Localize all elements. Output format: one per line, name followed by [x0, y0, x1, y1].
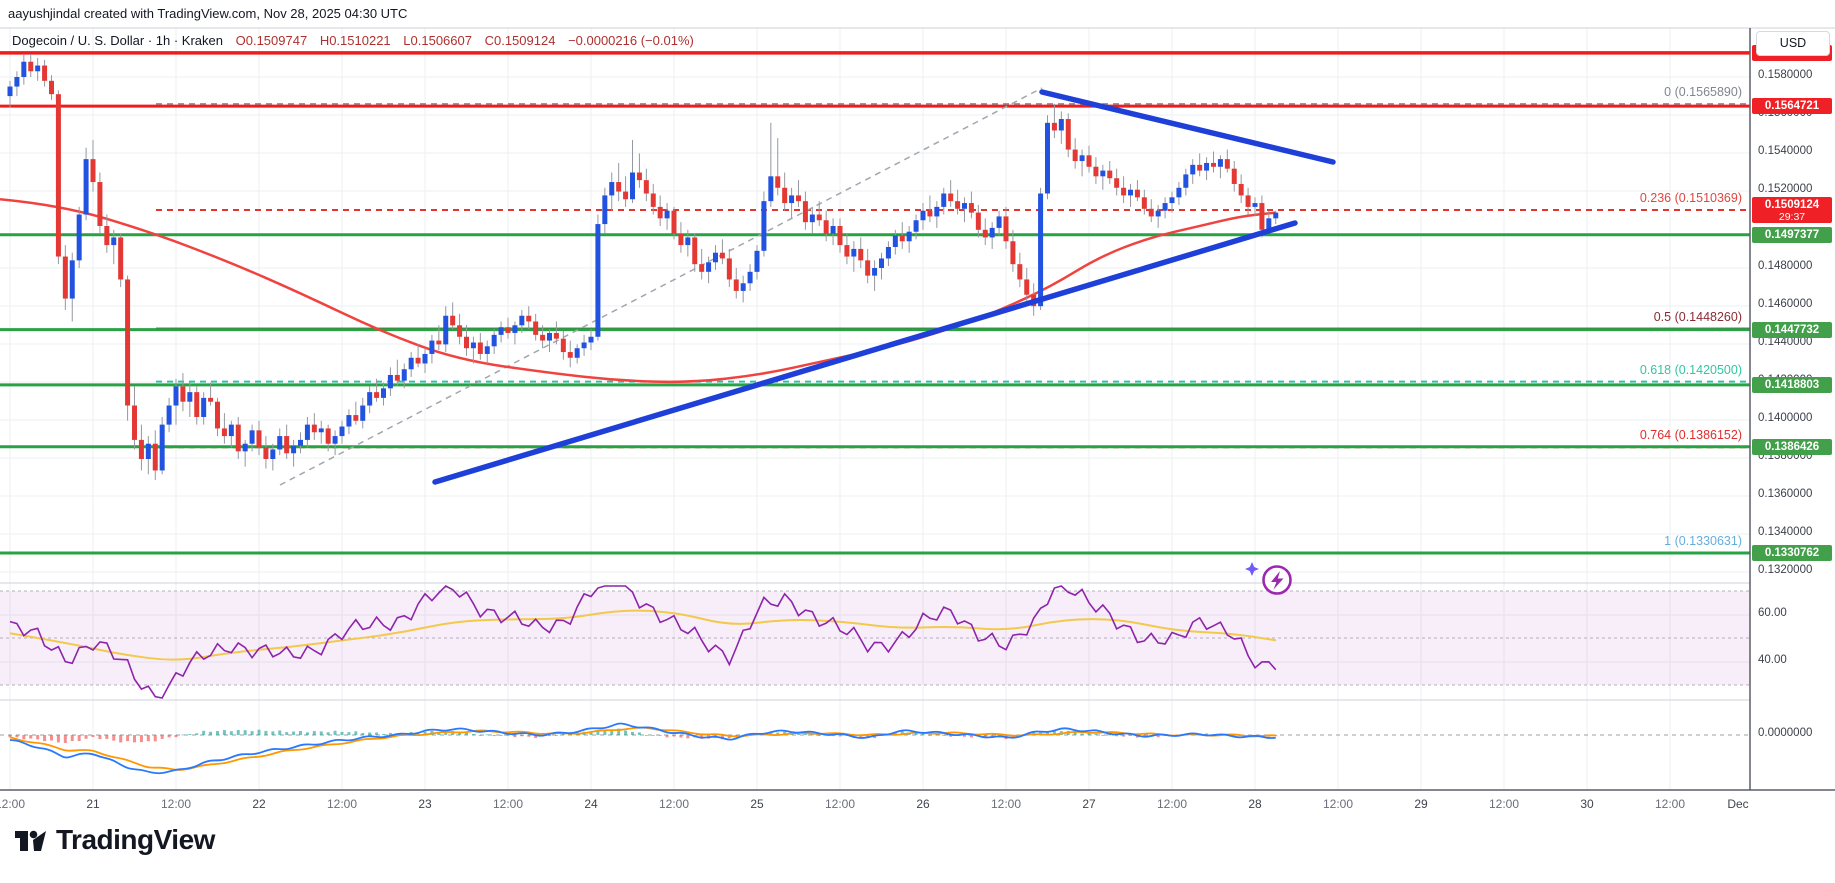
ohlc-low: L0.1506607 — [403, 33, 472, 48]
rsi-axis-label: 60.00 — [1758, 607, 1787, 619]
tradingview-logo-mark — [12, 822, 48, 858]
price-axis-label: 0.1520000 — [1758, 183, 1812, 195]
price-axis-label: 0.1320000 — [1758, 564, 1812, 576]
time-axis-label: 25 — [750, 797, 763, 811]
chart-canvas[interactable] — [0, 0, 1835, 883]
ohlc-close: C0.1509124 — [485, 33, 556, 48]
chart-legend[interactable]: Dogecoin / U. S. Dollar · 1h · Kraken O0… — [12, 33, 694, 48]
time-axis-label: 12:00 — [1489, 797, 1519, 811]
ohlc-change: −0.0000216 (−0.01%) — [568, 33, 694, 48]
currency-usd-button[interactable]: USD — [1756, 31, 1830, 56]
tradingview-logo[interactable]: TradingView — [12, 822, 215, 858]
price-axis-label: 0.1440000 — [1758, 336, 1812, 348]
current-price-pill: 0.150912429:37 — [1752, 197, 1832, 223]
fib-label-0.5: 0.5 (0.1448260) — [1654, 310, 1742, 324]
time-axis-label: 28 — [1248, 797, 1261, 811]
time-axis-label: 12:00 — [0, 797, 25, 811]
time-axis-label: 12:00 — [1157, 797, 1187, 811]
tradingview-chart-page: aayushjindal created with TradingView.co… — [0, 0, 1835, 883]
support-price-pill: 0.1447732 — [1752, 322, 1832, 338]
time-axis-label: 12:00 — [991, 797, 1021, 811]
time-axis-label: 29 — [1414, 797, 1427, 811]
dashed-trendline — [280, 88, 1042, 485]
price-axis-label: 0.1400000 — [1758, 412, 1812, 424]
fib-label-0.236: 0.236 (0.1510369) — [1640, 191, 1742, 205]
fib-label-0.618: 0.618 (0.1420500) — [1640, 363, 1742, 377]
support-price-pill: 0.1418803 — [1752, 377, 1832, 393]
time-axis-label: 12:00 — [161, 797, 191, 811]
price-axis-label: 0.1360000 — [1758, 488, 1812, 500]
price-axis-label: 0.1460000 — [1758, 298, 1812, 310]
support-price-pill: 0.1330762 — [1752, 545, 1832, 561]
ascending-trendline — [435, 223, 1295, 482]
time-axis-label: 26 — [916, 797, 929, 811]
price-axis-label: 0.1340000 — [1758, 526, 1812, 538]
price-axis-label: 0.1580000 — [1758, 69, 1812, 81]
time-axis-label: 12:00 — [1323, 797, 1353, 811]
fib-label-1: 1 (0.1330631) — [1664, 534, 1742, 548]
time-axis-label: 24 — [584, 797, 597, 811]
moving-average-line — [0, 199, 1276, 382]
time-axis-label: 12:00 — [825, 797, 855, 811]
time-axis-label: 12:00 — [1655, 797, 1685, 811]
sparkle-icon — [1245, 562, 1259, 576]
technicals-lightning-icon[interactable] — [1242, 558, 1298, 602]
time-axis-label: Dec — [1727, 797, 1748, 811]
time-axis-label: 23 — [418, 797, 431, 811]
rsi-axis-label: 40.00 — [1758, 654, 1787, 666]
fib-label-0.764: 0.764 (0.1386152) — [1640, 428, 1742, 442]
price-axis-label: 0.1540000 — [1758, 145, 1812, 157]
support-price-pill: 0.1497377 — [1752, 227, 1832, 243]
time-axis-label: 21 — [86, 797, 99, 811]
resistance-price-pill: 0.1564721 — [1752, 98, 1832, 114]
support-price-pill: 0.1386426 — [1752, 439, 1832, 455]
time-axis-label: 27 — [1082, 797, 1095, 811]
symbol-title: Dogecoin / U. S. Dollar · 1h · Kraken — [12, 33, 223, 48]
tradingview-logo-text: TradingView — [56, 824, 215, 856]
macd-axis-label: 0.0000000 — [1758, 727, 1812, 739]
fib-label-0: 0 (0.1565890) — [1664, 85, 1742, 99]
time-axis-label: 12:00 — [493, 797, 523, 811]
time-axis-label: 30 — [1580, 797, 1593, 811]
time-axis-label: 22 — [252, 797, 265, 811]
price-axis-label: 0.1480000 — [1758, 260, 1812, 272]
ohlc-open: O0.1509747 — [236, 33, 308, 48]
time-axis-label: 12:00 — [327, 797, 357, 811]
descending-trendline — [1042, 92, 1333, 162]
ohlc-high: H0.1510221 — [320, 33, 391, 48]
time-axis-label: 12:00 — [659, 797, 689, 811]
